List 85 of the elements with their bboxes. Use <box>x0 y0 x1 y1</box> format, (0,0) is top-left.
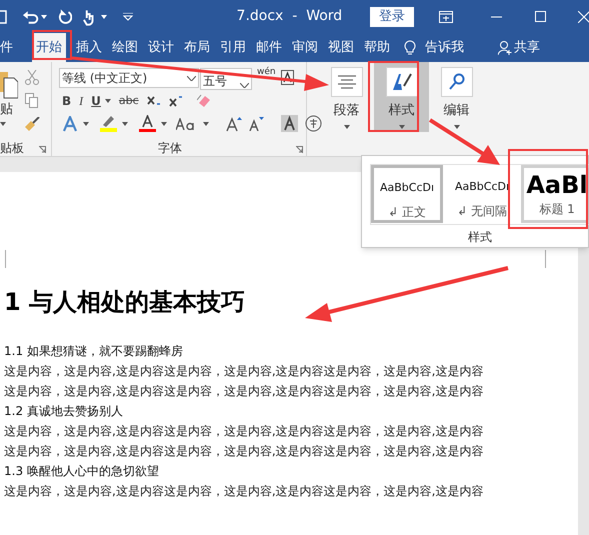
ribbon-tab[interactable]: 视图 <box>328 33 354 62</box>
paragraph-lines-icon <box>338 75 356 89</box>
login-button[interactable]: 登录 <box>370 6 414 26</box>
enclose-characters-icon[interactable] <box>305 115 322 132</box>
section-heading: 1.2 真诚地去赞扬别人 <box>4 403 124 420</box>
ribbon-tab[interactable]: 插入 <box>76 33 102 62</box>
tell-me-field[interactable]: 告诉我 <box>425 38 464 58</box>
annotation-arrow <box>428 118 500 165</box>
window-title: 7.docx - Word <box>236 7 342 26</box>
ribbon-tab[interactable]: 邮件 <box>256 33 282 62</box>
save-icon[interactable] <box>0 10 8 24</box>
scissors-icon[interactable] <box>25 70 39 85</box>
ribbon-tab[interactable]: 引用 <box>220 33 246 62</box>
superscript-icon[interactable] <box>168 95 183 107</box>
ribbon-tab[interactable]: 帮助 <box>364 33 390 62</box>
shrink-font-icon[interactable] <box>249 116 264 131</box>
paste-label[interactable]: 贴 <box>0 100 13 120</box>
caret-icon[interactable] <box>40 14 47 18</box>
ribbon-large-button[interactable]: 段落 <box>319 62 374 132</box>
undo-icon[interactable] <box>22 8 39 24</box>
ribbon-large-button[interactable]: 编辑 <box>429 62 484 132</box>
ribbon-tab[interactable]: 审阅 <box>292 33 318 62</box>
search-icon <box>448 73 464 91</box>
caret-icon <box>344 124 350 128</box>
customize-caret-icon[interactable] <box>122 12 133 20</box>
caret-icon[interactable] <box>122 122 128 126</box>
character-shading-icon[interactable] <box>281 115 298 132</box>
person-add-icon[interactable] <box>498 40 512 54</box>
body-text-line: 这是内容，这是内容,这是内容这是内容，这是内容,这是内容这是内容，这是内容,这是内容 <box>4 483 484 500</box>
ribbon-tab[interactable]: 件 <box>0 33 13 62</box>
caret-icon[interactable] <box>161 122 167 126</box>
style-gallery-item[interactable]: AaBbCcDı ↲ 无间隔 <box>446 165 518 223</box>
italic-button[interactable]: I <box>79 92 84 110</box>
caret-icon[interactable] <box>83 122 89 126</box>
chevron-down-icon <box>187 76 196 80</box>
caret-icon <box>454 124 460 128</box>
caret-icon[interactable] <box>104 99 111 103</box>
ribbon-large-button[interactable]: 样式 <box>374 62 429 132</box>
lightbulb-icon[interactable] <box>404 39 416 56</box>
maximize-icon[interactable] <box>535 11 546 22</box>
highlighter-icon[interactable] <box>100 115 117 132</box>
phonetic-guide-button[interactable]: wén <box>257 66 276 80</box>
minimize-icon[interactable] <box>490 16 502 18</box>
highlight-frame <box>368 61 419 132</box>
character-border-icon[interactable] <box>281 70 294 85</box>
styles-brush-icon <box>390 71 412 93</box>
format-painter-icon[interactable] <box>25 117 40 131</box>
group-label: 字体 <box>158 140 182 157</box>
body-text-line: 这是内容，这是内容,这是内容这是内容，这是内容,这是内容这是内容，这是内容,这是内容 <box>4 423 484 440</box>
share-button[interactable]: 共享 <box>514 38 540 58</box>
clipboard-paste-icon[interactable] <box>0 70 18 100</box>
group-label: 贴板 <box>0 140 24 157</box>
strikethrough-button[interactable]: abc <box>118 92 139 110</box>
body-text-line: 这是内容，这是内容,这是内容这是内容，这是内容,这是内容这是内容，这是内容,这是内容 <box>4 443 484 460</box>
document-heading: 1 与人相处的基本技巧 <box>4 287 246 317</box>
group-label: 样式 <box>468 229 492 246</box>
bold-button[interactable]: B <box>62 92 72 110</box>
caret-icon[interactable] <box>203 122 209 126</box>
font-color-icon[interactable] <box>139 115 156 132</box>
dialog-launcher-icon[interactable] <box>296 146 303 153</box>
caret-icon[interactable] <box>0 122 6 126</box>
caret-icon[interactable] <box>101 14 107 18</box>
style-gallery-item[interactable]: AaBl 标题 1 <box>521 165 589 223</box>
text-effects-icon[interactable] <box>62 116 78 132</box>
dialog-launcher-icon[interactable] <box>39 146 46 153</box>
ribbon-display-icon[interactable] <box>439 10 453 22</box>
close-icon[interactable] <box>578 10 589 22</box>
ribbon-tab[interactable]: 布局 <box>184 33 210 62</box>
grow-font-icon[interactable] <box>226 116 242 132</box>
body-text-line: 这是内容，这是内容,这是内容这是内容，这是内容,这是内容这是内容，这是内容,这是内容 <box>4 383 484 400</box>
copy-icon[interactable] <box>25 93 38 108</box>
section-heading: 1.3 唤醒他人心中的急切欲望 <box>4 463 160 480</box>
redo-icon[interactable] <box>56 8 72 24</box>
body-text-line: 这是内容，这是内容,这是内容这是内容，这是内容,这是内容这是内容，这是内容,这是内容 <box>4 363 484 380</box>
highlight-frame <box>32 30 72 60</box>
ribbon-tab[interactable]: 设计 <box>148 33 174 62</box>
caret-icon <box>398 124 404 128</box>
section-heading: 1.1 如果想猜谜，就不要踢翻蜂房 <box>4 343 184 360</box>
underline-button[interactable]: U <box>91 92 101 110</box>
font-name-dropdown[interactable]: 等线 (中文正文) <box>59 68 199 88</box>
ribbon-tab[interactable]: 绘图 <box>112 33 138 62</box>
subscript-icon[interactable] <box>146 95 161 107</box>
style-gallery-item[interactable]: AaBbCcDı ↲ 正文 <box>371 165 443 223</box>
touch-hand-icon[interactable] <box>82 8 96 26</box>
chevron-down-icon <box>240 83 249 88</box>
